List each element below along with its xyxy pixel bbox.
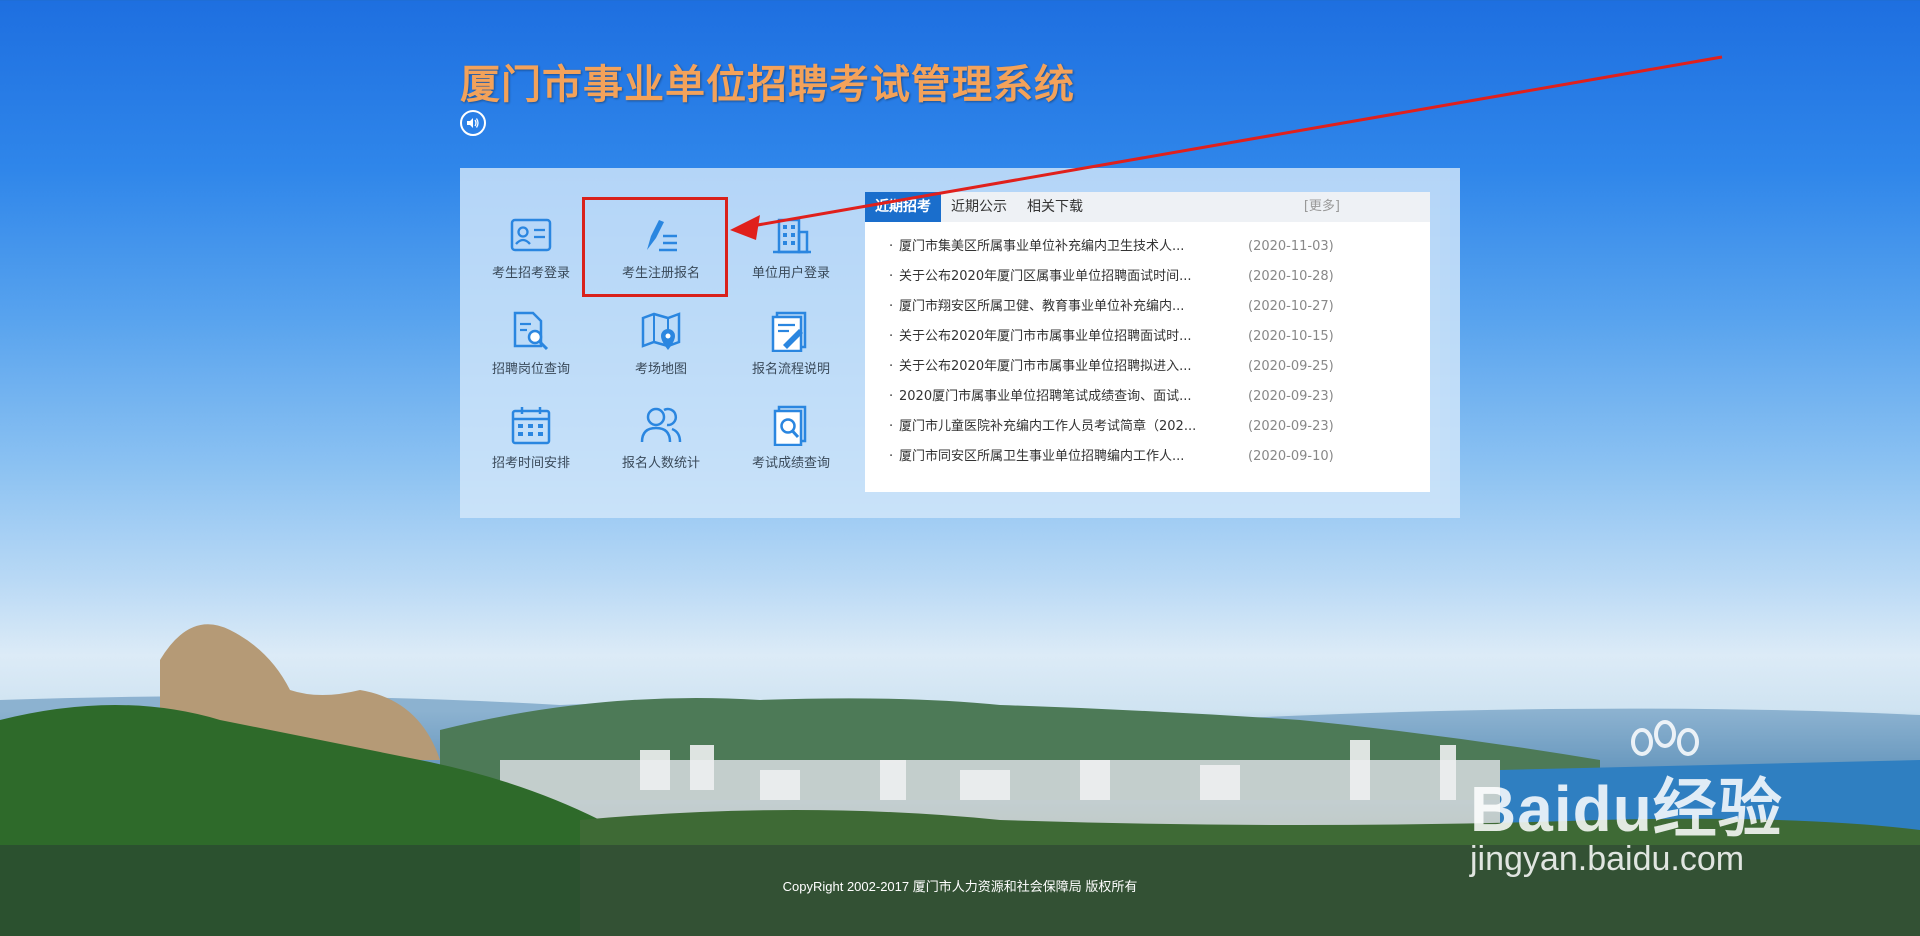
news-date: (2020-10-28) xyxy=(1248,269,1334,284)
page-title: 厦门市事业单位招聘考试管理系统 xyxy=(460,62,1075,108)
tab-downloads[interactable]: 相关下载 xyxy=(1017,192,1093,222)
users-icon xyxy=(640,407,682,443)
bullet: · xyxy=(889,359,894,374)
news-date: (2020-09-25) xyxy=(1248,359,1334,374)
tab-recent-announcements[interactable]: 近期公示 xyxy=(941,192,1017,222)
news-title: 关于公布2020年厦门区属事业单位招聘面试时间... xyxy=(899,269,1192,284)
map-pin-icon xyxy=(641,312,681,350)
menu-tile-process-guide[interactable]: 报名流程说明 xyxy=(736,310,846,390)
news-title: 厦门市翔安区所属卫健、教育事业单位补充编内... xyxy=(899,299,1185,314)
news-date: (2020-10-27) xyxy=(1248,299,1334,314)
baidu-watermark: Baidu经验 jingyan.baidu.com xyxy=(1470,720,1920,900)
menu-tile-label: 单位用户登录 xyxy=(751,266,830,281)
more-link[interactable]: [更多] xyxy=(1304,192,1340,222)
menu-tile-label: 招聘岗位查询 xyxy=(491,362,570,377)
bullet: · xyxy=(889,449,894,464)
bullet: · xyxy=(889,389,894,404)
calendar-icon xyxy=(511,407,551,445)
menu-tile-exam-map[interactable]: 考场地图 xyxy=(606,310,716,390)
bullet: · xyxy=(889,269,894,284)
news-title: 厦门市集美区所属事业单位补充编内卫生技术人... xyxy=(899,239,1185,254)
menu-tile-candidate-login[interactable]: 考生招考登录 xyxy=(476,216,586,296)
menu-tile-score-query[interactable]: 考试成绩查询 xyxy=(736,404,846,484)
news-date: (2020-10-15) xyxy=(1248,329,1334,344)
menu-tile-label: 报名流程说明 xyxy=(751,362,830,377)
news-date: (2020-11-03) xyxy=(1248,239,1334,254)
menu-tile-label: 考生注册报名 xyxy=(621,266,700,281)
result-search-icon xyxy=(773,405,807,446)
edit-document-icon xyxy=(771,311,807,352)
menu-tile-label: 考场地图 xyxy=(634,362,687,377)
menu-tile-label: 考生招考登录 xyxy=(491,266,570,281)
news-date: (2020-09-10) xyxy=(1248,449,1334,464)
news-title: 关于公布2020年厦门市市属事业单位招聘面试时... xyxy=(899,329,1192,344)
menu-tile-label: 考试成绩查询 xyxy=(751,456,830,471)
news-title: 厦门市同安区所属卫生事业单位招聘编内工作人... xyxy=(899,449,1185,464)
menu-tile-candidate-register[interactable]: 考生注册报名 xyxy=(606,216,716,296)
news-panel: 近期招考 近期公示 相关下载 [更多] · 厦门市集美区所属事业单位补充编内卫生技… xyxy=(865,192,1430,492)
building-icon xyxy=(773,218,811,254)
watermark-logo-text: Baidu经验 xyxy=(1470,773,1783,845)
pen-list-icon xyxy=(647,220,677,252)
news-title: 关于公布2020年厦门市市属事业单位招聘拟进入... xyxy=(899,359,1192,374)
news-date: (2020-09-23) xyxy=(1248,389,1334,404)
list-item[interactable]: · 厦门市翔安区所属卫健、教育事业单位补充编内... (2020-10-27) xyxy=(865,292,1430,322)
menu-tile-position-query[interactable]: 招聘岗位查询 xyxy=(476,310,586,390)
id-card-icon xyxy=(510,218,552,252)
bullet: · xyxy=(889,419,894,434)
menu-tile-registrant-stats[interactable]: 报名人数统计 xyxy=(606,404,716,484)
news-date: (2020-09-23) xyxy=(1248,419,1334,434)
list-item[interactable]: · 关于公布2020年厦门区属事业单位招聘面试时间... (2020-10-28) xyxy=(865,262,1430,292)
sound-toggle-button[interactable] xyxy=(460,110,486,136)
bullet: · xyxy=(889,329,894,344)
menu-tile-label: 招考时间安排 xyxy=(491,456,570,471)
menu-tile-schedule[interactable]: 招考时间安排 xyxy=(476,404,586,484)
speaker-icon xyxy=(467,118,479,128)
tab-recent-recruitment[interactable]: 近期招考 xyxy=(865,192,941,222)
bullet: · xyxy=(889,299,894,314)
news-title: 厦门市儿童医院补充编内工作人员考试简章（202... xyxy=(899,419,1197,434)
watermark-url: jingyan.baidu.com xyxy=(1470,840,1745,878)
list-item[interactable]: · 关于公布2020年厦门市市属事业单位招聘面试时... (2020-10-15) xyxy=(865,322,1430,352)
menu-tile-label: 报名人数统计 xyxy=(621,456,700,471)
news-title: 2020厦门市属事业单位招聘笔试成绩查询、面试... xyxy=(899,389,1192,404)
document-search-icon xyxy=(513,311,549,351)
news-list: · 厦门市集美区所属事业单位补充编内卫生技术人... (2020-11-03) · 关… xyxy=(865,222,1430,472)
menu-tile-unit-login[interactable]: 单位用户登录 xyxy=(736,216,846,296)
bullet: · xyxy=(889,239,894,254)
list-item[interactable]: · 关于公布2020年厦门市市属事业单位招聘拟进入... (2020-09-25) xyxy=(865,352,1430,382)
list-item[interactable]: · 厦门市儿童医院补充编内工作人员考试简章（202... (2020-09-23) xyxy=(865,412,1430,442)
list-item[interactable]: · 厦门市集美区所属事业单位补充编内卫生技术人... (2020-11-03) xyxy=(865,232,1430,262)
news-tabs: 近期招考 近期公示 相关下载 [更多] xyxy=(865,192,1430,222)
list-item[interactable]: · 厦门市同安区所属卫生事业单位招聘编内工作人... (2020-09-10) xyxy=(865,442,1430,472)
list-item[interactable]: · 2020厦门市属事业单位招聘笔试成绩查询、面试... (2020-09-23) xyxy=(865,382,1430,412)
